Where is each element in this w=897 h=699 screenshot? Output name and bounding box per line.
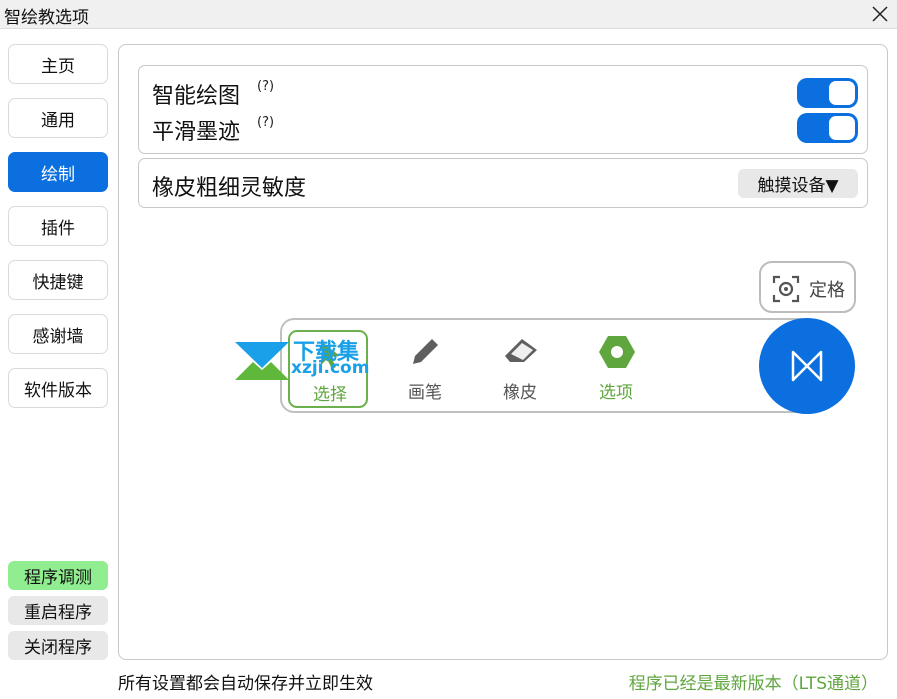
smart-draw-toggle[interactable] xyxy=(797,78,858,108)
sidebar-item-label: 通用 xyxy=(41,110,75,131)
title-bar: 智绘教选项 xyxy=(0,0,897,29)
watermark-url: xzji.com xyxy=(291,358,370,378)
eraser-sensitivity-dropdown[interactable]: 触摸设备▼ xyxy=(738,169,858,198)
eraser-sensitivity-label: 橡皮粗细灵敏度 xyxy=(152,176,307,201)
sidebar-item-label: 绘制 xyxy=(41,164,75,185)
sidebar-item-label: 快捷键 xyxy=(32,272,84,293)
autosave-note: 所有设置都会自动保存并立即生效 xyxy=(118,674,373,694)
smart-draw-help[interactable]: (?) xyxy=(257,79,274,94)
sidebar-item-drawing[interactable]: 绘制 xyxy=(8,152,108,192)
tool-options[interactable]: 选项 xyxy=(576,330,656,408)
watermark-arrow-icon xyxy=(235,342,289,380)
toggle-knob xyxy=(829,81,855,105)
tool-label: 选项 xyxy=(599,383,633,403)
lock-target-icon xyxy=(772,275,800,303)
smooth-ink-toggle[interactable] xyxy=(797,113,858,143)
debug-button-label: 程序调测 xyxy=(24,568,92,588)
close-button[interactable] xyxy=(869,3,891,25)
bowtie-icon xyxy=(791,350,823,382)
sidebar-item-label: 软件版本 xyxy=(24,380,92,401)
tool-label: 橡皮 xyxy=(503,383,537,403)
sidebar-item-home[interactable]: 主页 xyxy=(8,44,108,84)
exit-button[interactable]: 关闭程序 xyxy=(8,631,108,660)
version-status: 程序已经是最新版本（LTS通道） xyxy=(628,674,878,694)
exit-button-label: 关闭程序 xyxy=(24,638,92,658)
lock-label: 定格 xyxy=(809,280,845,301)
settings-hex-icon xyxy=(599,336,635,368)
close-icon xyxy=(872,6,888,22)
smooth-ink-label: 平滑墨迹 xyxy=(152,120,241,145)
sidebar-item-label: 主页 xyxy=(41,56,75,77)
restart-button[interactable]: 重启程序 xyxy=(8,596,108,625)
restart-button-label: 重启程序 xyxy=(24,603,92,623)
eraser-icon xyxy=(505,339,537,362)
sidebar-item-thanks[interactable]: 感谢墙 xyxy=(8,314,108,354)
toolbar-main-button[interactable] xyxy=(759,318,855,414)
tool-eraser[interactable]: 橡皮 xyxy=(480,330,560,408)
sidebar-item-plugins[interactable]: 插件 xyxy=(8,206,108,246)
draw-toggles-card xyxy=(138,65,868,154)
sidebar-item-general[interactable]: 通用 xyxy=(8,98,108,138)
sidebar-item-label: 感谢墙 xyxy=(32,326,84,347)
sidebar-item-version[interactable]: 软件版本 xyxy=(8,368,108,408)
debug-button[interactable]: 程序调测 xyxy=(8,561,108,590)
tool-label: 画笔 xyxy=(408,383,442,403)
lock-button[interactable]: 定格 xyxy=(759,261,856,313)
window-title: 智绘教选项 xyxy=(4,8,89,28)
tool-pen[interactable]: 画笔 xyxy=(385,330,465,408)
toggle-knob xyxy=(829,116,855,140)
dropdown-value: 触摸设备▼ xyxy=(757,176,839,196)
pen-icon xyxy=(413,339,438,364)
smooth-ink-help[interactable]: (?) xyxy=(257,115,274,130)
watermark-logo: 下载集 xzji.com xyxy=(233,334,373,382)
tool-label: 选择 xyxy=(313,385,347,405)
sidebar-item-shortcuts[interactable]: 快捷键 xyxy=(8,260,108,300)
smart-draw-label: 智能绘图 xyxy=(152,84,241,109)
sidebar-item-label: 插件 xyxy=(41,218,75,239)
